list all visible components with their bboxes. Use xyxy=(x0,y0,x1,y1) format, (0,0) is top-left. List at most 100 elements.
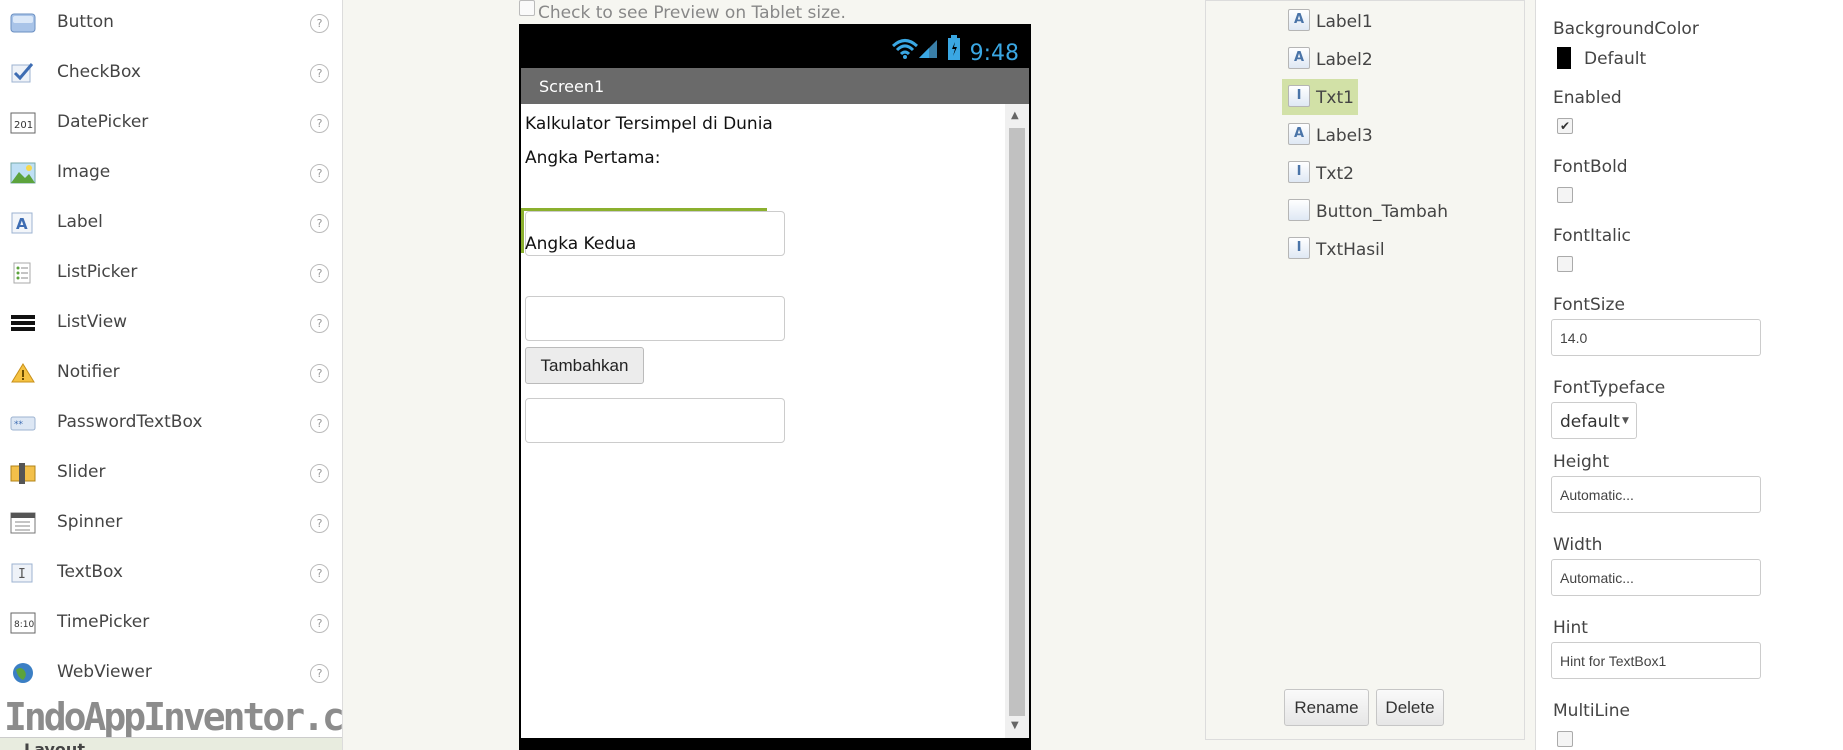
scroll-thumb[interactable] xyxy=(1009,128,1025,716)
prop-enabled-checkbox[interactable]: ✔ xyxy=(1557,118,1573,134)
palette-item-datepicker[interactable]: 201 DatePicker ? xyxy=(0,102,342,142)
tablet-preview-label: Check to see Preview on Tablet size. xyxy=(538,3,846,23)
svg-text:**: ** xyxy=(14,420,24,430)
help-icon[interactable]: ? xyxy=(310,614,329,633)
palette-item-notifier[interactable]: Notifier ? xyxy=(0,352,342,392)
phone-preview: 9:48 Screen1 Kalkulator Tersimpel di Dun… xyxy=(519,24,1031,750)
help-icon[interactable]: ? xyxy=(310,164,329,183)
palette-item-timepicker[interactable]: 8:10 TimePicker ? xyxy=(0,602,342,642)
palette-item-slider[interactable]: Slider ? xyxy=(0,452,342,492)
palette-item-checkbox[interactable]: CheckBox ? xyxy=(0,52,342,92)
screen-title: Screen1 xyxy=(539,77,605,96)
palette-item-label: TimePicker xyxy=(57,612,150,632)
prop-fontbold-checkbox[interactable] xyxy=(1557,187,1573,203)
palette-item-label[interactable]: A Label ? xyxy=(0,202,342,242)
prop-multiline-checkbox[interactable] xyxy=(1557,731,1573,747)
txthasil-textbox[interactable] xyxy=(525,398,785,443)
passwordtextbox-icon: ** xyxy=(10,416,36,431)
tree-item-label: Button_Tambah xyxy=(1316,202,1448,222)
svg-text:I: I xyxy=(18,567,26,582)
help-icon[interactable]: ? xyxy=(310,464,329,483)
spinner-icon xyxy=(10,512,36,534)
datepicker-icon: 201 xyxy=(10,112,36,134)
tree-item-label2[interactable]: A Label2 xyxy=(1282,41,1373,77)
tree-item-label: Txt1 xyxy=(1316,88,1354,108)
help-icon[interactable]: ? xyxy=(310,414,329,433)
prop-width-title: Width xyxy=(1553,535,1603,555)
palette-item-webviewer[interactable]: WebViewer ? xyxy=(0,652,342,692)
scroll-up-icon[interactable]: ▲ xyxy=(1011,110,1019,121)
prop-backgroundcolor-value[interactable]: Default xyxy=(1584,49,1646,69)
color-swatch[interactable] xyxy=(1557,47,1571,69)
timepicker-icon: 8:10 xyxy=(10,612,36,634)
help-icon[interactable]: ? xyxy=(310,314,329,333)
tablet-preview-checkbox[interactable] xyxy=(519,0,535,16)
label3-component[interactable]: Angka Kedua xyxy=(525,234,636,254)
textbox-icon: I xyxy=(1288,85,1310,107)
palette-item-listview[interactable]: ListView ? xyxy=(0,302,342,342)
screen-scrollbar[interactable]: ▲ ▼ xyxy=(1005,104,1029,738)
button-icon xyxy=(10,13,36,33)
palette-item-image[interactable]: Image ? xyxy=(0,152,342,192)
prop-fontsize-input[interactable] xyxy=(1551,319,1761,356)
textbox-icon: I xyxy=(1288,237,1310,259)
selection-highlight xyxy=(521,211,524,253)
prop-hint-input[interactable] xyxy=(1551,642,1761,679)
palette-item-label: Label xyxy=(57,212,103,232)
palette-section-layout[interactable]: Layout xyxy=(0,737,342,750)
palette-item-label: CheckBox xyxy=(57,62,141,82)
watermark: IndoAppInventor.com xyxy=(4,695,342,739)
tambahkan-button[interactable]: Tambahkan xyxy=(525,347,644,384)
prop-multiline-title: MultiLine xyxy=(1553,701,1630,721)
prop-fonttypeface-title: FontTypeface xyxy=(1553,378,1666,398)
tree-item-label3[interactable]: A Label3 xyxy=(1282,117,1373,153)
battery-icon xyxy=(948,35,960,60)
help-icon[interactable]: ? xyxy=(310,664,329,683)
prop-hint-title: Hint xyxy=(1553,618,1588,638)
tree-item-txt2[interactable]: I Txt2 xyxy=(1282,155,1362,191)
palette-item-label: Notifier xyxy=(57,362,120,382)
help-icon[interactable]: ? xyxy=(310,364,329,383)
prop-fontitalic-checkbox[interactable] xyxy=(1557,256,1573,272)
scroll-down-icon[interactable]: ▼ xyxy=(1011,720,1019,731)
help-icon[interactable]: ? xyxy=(310,264,329,283)
listview-icon xyxy=(11,315,35,331)
palette-item-passwordtextbox[interactable]: ** PasswordTextBox ? xyxy=(0,402,342,442)
palette-item-label: DatePicker xyxy=(57,112,149,132)
palette-item-button[interactable]: Button ? xyxy=(0,2,342,42)
image-icon xyxy=(10,162,36,184)
prop-fonttypeface-select[interactable]: default ▼ xyxy=(1551,402,1637,439)
palette-item-label: WebViewer xyxy=(57,662,152,682)
help-icon[interactable]: ? xyxy=(310,114,329,133)
screen-body: Kalkulator Tersimpel di Dunia Angka Pert… xyxy=(521,104,1029,738)
tree-item-txthasil[interactable]: I TxtHasil xyxy=(1282,231,1392,267)
palette-item-listpicker[interactable]: ListPicker ? xyxy=(0,252,342,292)
tree-item-label: TxtHasil xyxy=(1316,240,1385,260)
components-panel: A Label1 A Label2 I Txt1 A Label3 I Txt2… xyxy=(1205,0,1525,740)
prop-height-input[interactable] xyxy=(1551,476,1761,513)
prop-fontsize-title: FontSize xyxy=(1553,295,1625,315)
help-icon[interactable]: ? xyxy=(310,514,329,533)
palette-item-textbox[interactable]: I TextBox ? xyxy=(0,552,342,592)
prop-backgroundcolor-title: BackgroundColor xyxy=(1553,19,1699,39)
rename-button[interactable]: Rename xyxy=(1284,689,1369,726)
help-icon[interactable]: ? xyxy=(310,214,329,233)
label2-component[interactable]: Angka Pertama: xyxy=(525,148,660,168)
tree-item-txt1[interactable]: I Txt1 xyxy=(1282,79,1358,115)
palette-item-label: Image xyxy=(57,162,111,182)
txt2-textbox[interactable] xyxy=(525,296,785,341)
prop-width-input[interactable] xyxy=(1551,559,1761,596)
delete-button[interactable]: Delete xyxy=(1376,689,1444,726)
button-icon xyxy=(1288,199,1310,221)
palette-item-label: ListView xyxy=(57,312,128,332)
prop-fonttypeface-value: default xyxy=(1560,412,1620,432)
palette-item-spinner[interactable]: Spinner ? xyxy=(0,502,342,542)
help-icon[interactable]: ? xyxy=(310,64,329,83)
prop-enabled-title: Enabled xyxy=(1553,88,1622,108)
textbox-icon: I xyxy=(1288,161,1310,183)
tree-item-button-tambah[interactable]: Button_Tambah xyxy=(1282,193,1452,229)
help-icon[interactable]: ? xyxy=(310,564,329,583)
help-icon[interactable]: ? xyxy=(310,14,329,33)
tree-item-label1[interactable]: A Label1 xyxy=(1282,3,1373,39)
label1-component[interactable]: Kalkulator Tersimpel di Dunia xyxy=(525,114,773,134)
